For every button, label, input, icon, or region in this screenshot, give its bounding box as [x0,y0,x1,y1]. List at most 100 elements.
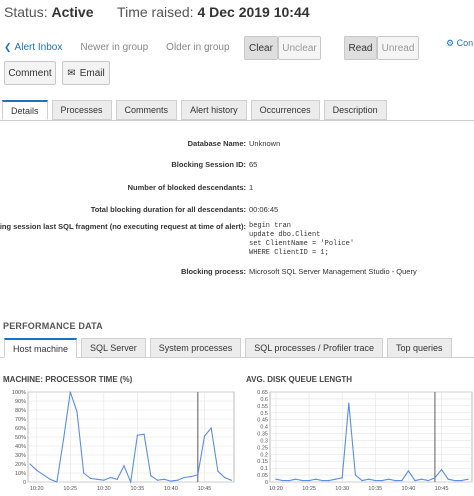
data-point [29,463,31,465]
email-button-label: Email [79,67,105,79]
data-point [381,480,383,482]
config-link[interactable]: ⚙ Con [446,38,473,49]
data-point [36,469,38,471]
y-tick-label: 0.4 [260,425,268,431]
tab-comments[interactable]: Comments [115,100,178,120]
time-raised-value: 4 Dec 2019 10:44 [197,4,310,20]
newer-in-group-link[interactable]: Newer in group [80,42,148,53]
y-tick-label: 0 [265,480,268,486]
blocking-session-value: 65 [249,160,258,169]
clear-button[interactable]: Clear [244,36,278,60]
blocked-descendants-value: 1 [249,183,254,192]
older-in-group-link[interactable]: Older in group [166,42,229,53]
data-point [275,478,277,480]
data-point [143,433,145,435]
x-tick-label: 10:45 [198,486,212,492]
data-point [374,480,376,482]
email-button[interactable]: ✉ Email [62,61,110,85]
data-point [89,477,92,479]
data-point [414,480,416,482]
data-point [328,480,330,482]
alert-tabs: Details Processes Comments Alert history… [2,100,391,120]
data-point [130,481,132,483]
y-tick-label: 0.45 [257,418,268,424]
data-point [103,479,105,481]
y-tick-label: 10% [15,471,26,477]
y-tick-label: 20% [15,462,26,468]
data-point [210,427,212,429]
tab-processes[interactable]: Processes [51,100,112,120]
blocking-session-label: Blocking Session ID: [171,160,246,169]
data-point [447,478,449,480]
y-tick-label: 0.3 [260,438,268,444]
y-tick-label: 0.55 [257,404,268,410]
sql-fragment-label: Blocking session last SQL fragment (no e… [0,222,246,231]
data-point [190,476,192,478]
y-tick-label: 40% [15,444,26,450]
alert-inbox-link[interactable]: ❮ Alert Inbox [4,42,62,53]
sql-line: WHERE ClientID = 1; [249,249,329,257]
sql-line: update dbo.Client [249,231,321,239]
tab-sql-processes-profiler-trace[interactable]: SQL processes / Profiler trace [245,338,383,358]
envelope-icon: ✉ [67,67,76,79]
data-point [368,478,370,480]
data-point [136,434,138,436]
performance-data-title: PERFORMANCE DATA [3,321,103,331]
y-tick-label: 60% [15,426,26,432]
performance-tabs: Host machine SQL Server System processes… [4,338,456,358]
data-point [295,478,297,480]
data-point [354,474,357,476]
status-value: Active [51,4,94,20]
tab-details[interactable]: Details [2,100,48,120]
tab-system-processes[interactable]: System processes [149,338,242,358]
tab-alert-history[interactable]: Alert history [181,100,247,120]
data-point [150,475,152,477]
data-point [434,477,436,479]
data-point [348,402,350,404]
data-point [301,480,304,482]
tab-occurrences[interactable]: Occurrences [250,100,320,120]
y-tick-label: 0.2 [260,452,268,458]
sql-line: begin tran [249,222,292,230]
data-point [69,391,71,393]
data-point [163,478,165,480]
y-tick-label: 0.35 [257,432,268,438]
blocking-process-label: Blocking process: [180,267,246,276]
data-point [341,477,343,479]
x-tick-label: 10:40 [164,486,178,492]
y-tick-label: 0 [23,480,26,486]
unclear-button[interactable]: Unclear [278,36,321,60]
y-tick-label: 0.65 [257,390,268,396]
sql-fragment-code: begin tran update dbo.Client set ClientN… [249,222,354,258]
comment-button[interactable]: Comment [4,61,56,85]
time-raised-label: Time raised: [117,4,194,20]
y-tick-label: 30% [15,453,26,459]
unread-button[interactable]: Unread [377,36,419,60]
x-tick-label: 10:20 [269,486,283,492]
data-point [170,480,172,482]
blocking-duration-value: 00:06:45 [249,205,279,214]
data-point [76,411,78,413]
data-point [281,480,284,482]
data-point [387,478,390,480]
x-tick-label: 10:45 [435,486,449,492]
tab-host-machine[interactable]: Host machine [4,338,78,358]
data-point [460,480,463,482]
data-point [288,480,290,482]
data-point [334,478,337,480]
chevron-left-icon: ❮ [4,42,12,52]
x-tick-label: 10:35 [368,486,382,492]
data-point [123,465,125,467]
tab-description[interactable]: Description [323,100,387,120]
data-point [217,470,219,472]
read-button[interactable]: Read [344,36,377,60]
data-point [62,438,65,440]
data-point [83,472,85,474]
y-tick-label: 0.15 [257,459,268,465]
tab-sql-server[interactable]: SQL Server [81,338,146,358]
data-point [407,470,410,472]
tab-top-queries[interactable]: Top queries [386,338,452,358]
data-point [440,468,443,471]
status-label: Status: [4,4,48,20]
data-point [401,480,403,482]
